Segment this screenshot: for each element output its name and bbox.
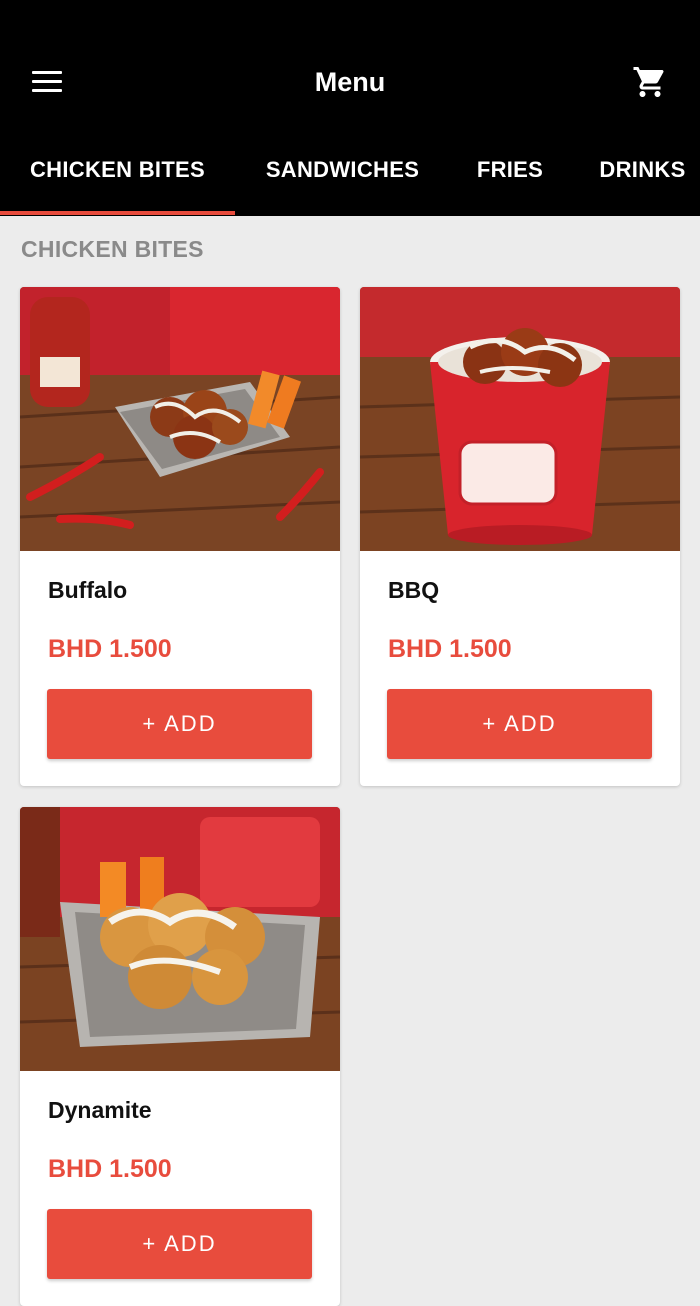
tab-chicken-bites[interactable]: CHICKEN BITES xyxy=(0,140,235,200)
active-tab-indicator xyxy=(0,211,235,215)
tab-sandwiches[interactable]: SANDWICHES xyxy=(235,140,450,200)
product-price: BHD 1.500 xyxy=(48,1155,172,1183)
product-name: BBQ xyxy=(388,577,440,603)
product-card-dynamite[interactable]: Dynamite BHD 1.500 + ADD xyxy=(20,807,340,1306)
tab-drinks[interactable]: DRINKS xyxy=(570,140,700,200)
shopping-cart-icon[interactable] xyxy=(632,64,668,100)
section-title: CHICKEN BITES xyxy=(21,236,204,262)
app-bar: Menu CHICKEN BITES SANDWICHES FRIES DRIN… xyxy=(0,0,700,216)
add-button[interactable]: + ADD xyxy=(47,1209,312,1279)
buffalo-image xyxy=(20,287,340,551)
category-tabs: CHICKEN BITES SANDWICHES FRIES DRINKS xyxy=(0,140,700,216)
product-card-buffalo[interactable]: Buffalo BHD 1.500 + ADD xyxy=(20,287,340,786)
product-name: Dynamite xyxy=(48,1097,152,1123)
tab-fries[interactable]: FRIES xyxy=(450,140,570,200)
product-name: Buffalo xyxy=(48,577,128,603)
bbq-image xyxy=(360,287,680,551)
add-button[interactable]: + ADD xyxy=(387,689,652,759)
product-card-bbq[interactable]: BBQ BHD 1.500 + ADD xyxy=(360,287,680,786)
add-button[interactable]: + ADD xyxy=(47,689,312,759)
product-price: BHD 1.500 xyxy=(388,635,512,663)
product-price: BHD 1.500 xyxy=(48,635,172,663)
page-title: Menu xyxy=(314,67,386,97)
dynamite-image xyxy=(20,807,340,1071)
